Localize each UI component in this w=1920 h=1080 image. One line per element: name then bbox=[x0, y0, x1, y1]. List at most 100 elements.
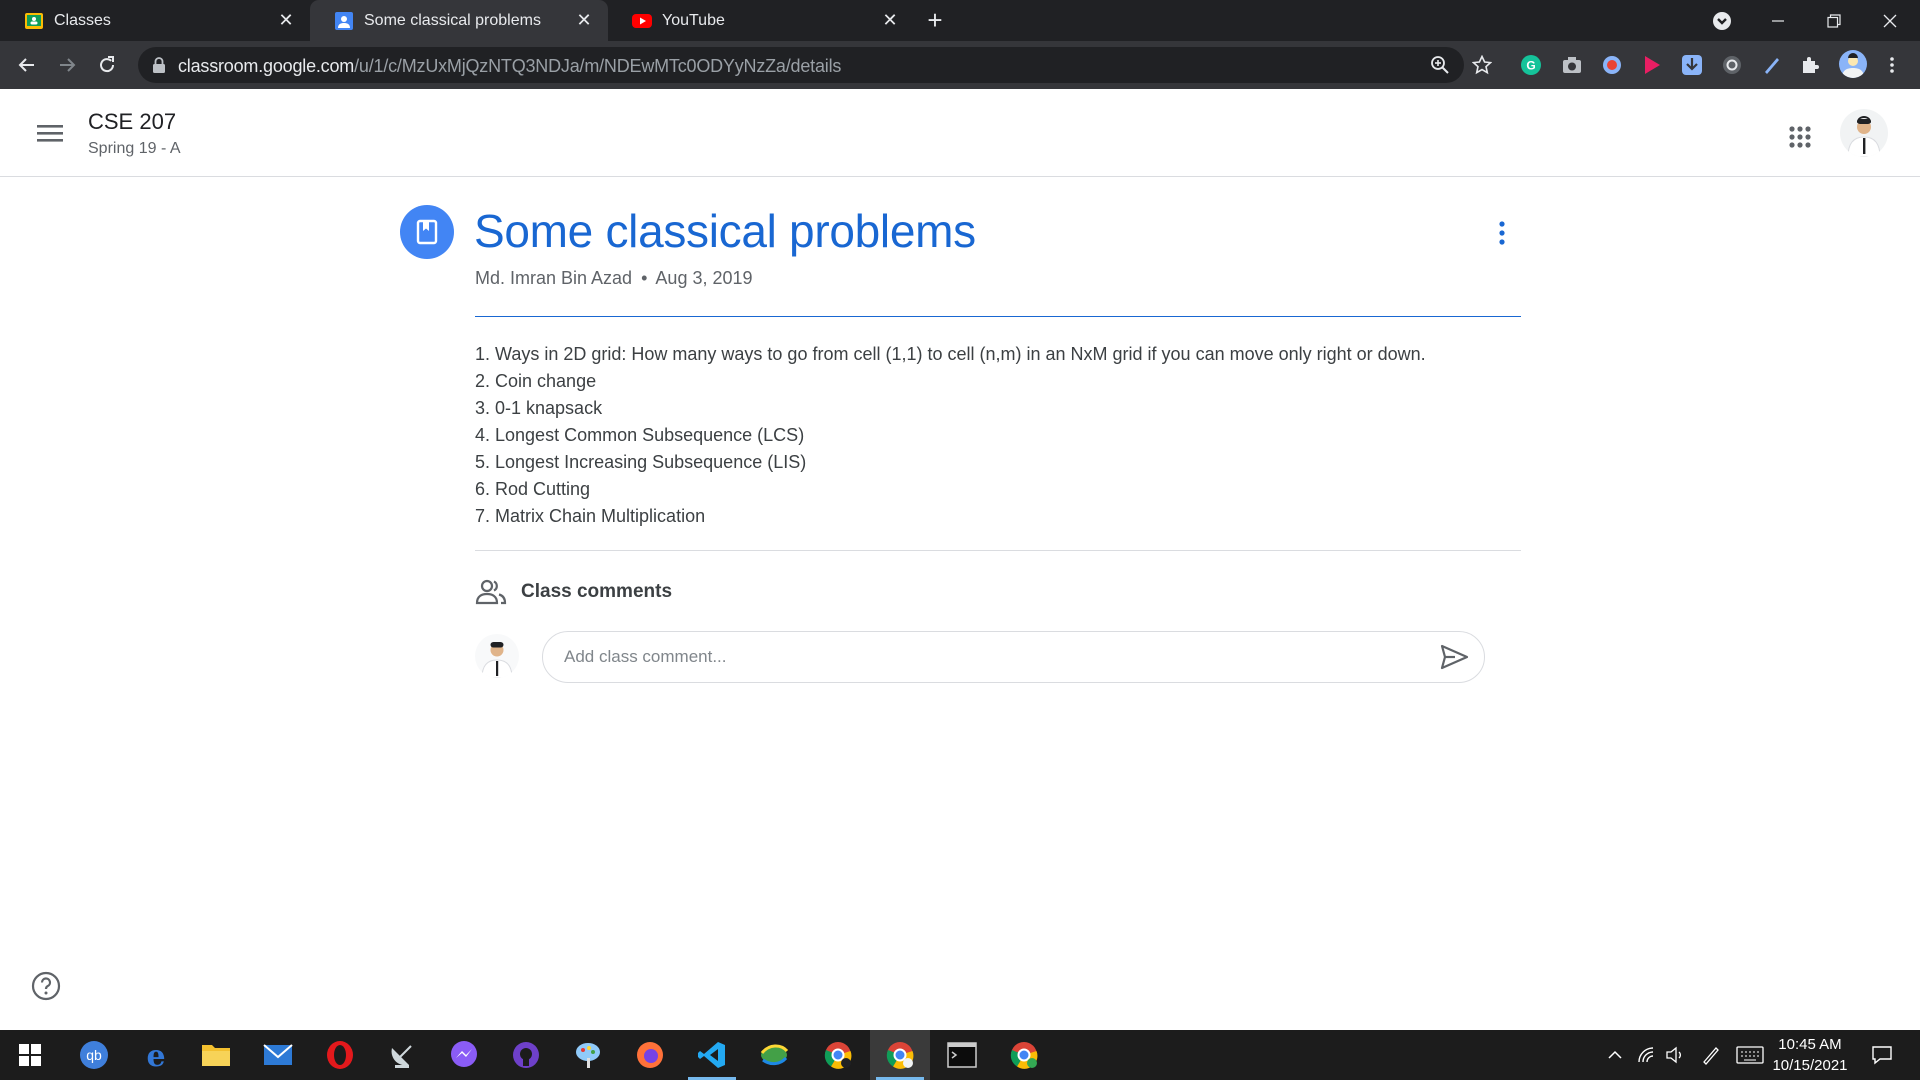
post-date: Aug 3, 2019 bbox=[655, 268, 753, 288]
reload-button[interactable] bbox=[91, 49, 123, 81]
github-icon bbox=[513, 1042, 539, 1068]
post-title: Some classical problems bbox=[474, 205, 976, 257]
pen-tray-button[interactable] bbox=[1696, 1030, 1726, 1080]
close-tab-icon[interactable]: ✕ bbox=[276, 10, 296, 31]
grammarly-extension-icon[interactable]: G bbox=[1520, 54, 1542, 76]
class-title[interactable]: CSE 207 bbox=[88, 109, 176, 135]
title-divider bbox=[475, 316, 1521, 317]
tab-title: Classes bbox=[54, 11, 111, 29]
taskbar-app-chrome-profile-1[interactable] bbox=[808, 1030, 868, 1080]
browser-tab-bar: Classes ✕ Some classical problems ✕ YouT… bbox=[0, 0, 1920, 41]
minimize-button[interactable] bbox=[1750, 0, 1806, 41]
close-tab-icon[interactable]: ✕ bbox=[880, 10, 900, 31]
arrow-left-icon bbox=[18, 58, 34, 72]
tab-title: Some classical problems bbox=[364, 11, 541, 29]
classroom-header: CSE 207 Spring 19 - A bbox=[0, 89, 1920, 177]
taskbar-app-edge[interactable]: e bbox=[126, 1030, 186, 1080]
opera-icon bbox=[327, 1041, 353, 1069]
profile-person-icon bbox=[1842, 53, 1864, 78]
start-button[interactable] bbox=[0, 1030, 60, 1080]
post-options-button[interactable] bbox=[1492, 218, 1512, 248]
zoom-icon[interactable] bbox=[1430, 55, 1450, 75]
close-icon bbox=[1883, 14, 1897, 27]
apps-grid-icon bbox=[1789, 126, 1811, 148]
profile-avatar[interactable] bbox=[1839, 50, 1867, 78]
help-button[interactable] bbox=[30, 970, 62, 1002]
extensions-puzzle-icon[interactable] bbox=[1800, 54, 1822, 76]
close-tab-icon[interactable]: ✕ bbox=[574, 10, 594, 31]
volume-tray-button[interactable] bbox=[1660, 1030, 1690, 1080]
google-apps-button[interactable] bbox=[1782, 119, 1818, 155]
commenter-avatar bbox=[475, 634, 519, 678]
tab-classes[interactable]: Classes ✕ bbox=[0, 0, 310, 41]
list-item: 2. Coin change bbox=[475, 371, 597, 391]
globe-app-icon bbox=[760, 1044, 789, 1066]
pen-extension-icon[interactable] bbox=[1761, 54, 1783, 76]
tab-some-classical-problems[interactable]: Some classical problems ✕ bbox=[310, 0, 608, 41]
list-item: 7. Matrix Chain Multiplication bbox=[475, 506, 706, 526]
taskbar-app-terminal[interactable] bbox=[932, 1030, 992, 1080]
tab-search-button[interactable] bbox=[1694, 0, 1750, 41]
taskbar-app-chrome-profile-2[interactable] bbox=[870, 1030, 930, 1080]
class-comment-input[interactable] bbox=[542, 631, 1485, 683]
show-hidden-icons-button[interactable] bbox=[1600, 1030, 1630, 1080]
network-tray-button[interactable] bbox=[1632, 1030, 1662, 1080]
back-button[interactable] bbox=[11, 49, 43, 81]
download-extension-icon[interactable] bbox=[1681, 54, 1703, 76]
account-avatar[interactable] bbox=[1840, 109, 1888, 157]
assignment-favicon-icon bbox=[335, 11, 353, 30]
qb-app-icon: qb bbox=[80, 1041, 108, 1069]
arrow-right-icon bbox=[60, 58, 76, 72]
mail-icon bbox=[263, 1044, 293, 1065]
taskbar-app-github[interactable] bbox=[496, 1030, 556, 1080]
terminal-icon bbox=[947, 1042, 977, 1068]
notification-icon bbox=[1872, 1046, 1892, 1065]
taskbar-app-globe[interactable] bbox=[744, 1030, 804, 1080]
taskbar-app-chrome-profile-3[interactable] bbox=[994, 1030, 1054, 1080]
class-comments-header: Class comments bbox=[475, 578, 672, 606]
new-tab-button[interactable]: + bbox=[922, 7, 948, 34]
taskbar-app-vscode[interactable] bbox=[682, 1030, 742, 1080]
forward-button[interactable] bbox=[51, 49, 83, 81]
bookmark-star-icon[interactable] bbox=[1472, 55, 1492, 75]
taskbar-clock[interactable]: 10:45 AM 10/15/2021 bbox=[1765, 1034, 1855, 1076]
taskbar-app-mail[interactable] bbox=[248, 1030, 308, 1080]
taskbar-app-file-explorer[interactable] bbox=[186, 1030, 246, 1080]
link-extension-icon[interactable] bbox=[1721, 54, 1743, 76]
taskbar-app-satellite[interactable] bbox=[372, 1030, 432, 1080]
main-menu-button[interactable] bbox=[30, 117, 70, 149]
chevron-up-icon bbox=[1608, 1050, 1622, 1059]
svg-text:G: G bbox=[1526, 59, 1535, 73]
taskbar-app-messenger[interactable] bbox=[434, 1030, 494, 1080]
send-comment-button[interactable] bbox=[1437, 641, 1471, 673]
keyboard-icon bbox=[1736, 1046, 1764, 1064]
taskbar-app-opera[interactable] bbox=[310, 1030, 370, 1080]
firefox-icon bbox=[637, 1042, 663, 1068]
vscode-icon bbox=[698, 1042, 725, 1068]
kebab-menu-icon[interactable] bbox=[1882, 55, 1902, 75]
wifi-icon bbox=[1638, 1047, 1654, 1063]
taskbar-app-firefox[interactable] bbox=[620, 1030, 680, 1080]
help-icon bbox=[31, 971, 61, 1001]
people-icon bbox=[475, 579, 507, 605]
tab-youtube[interactable]: YouTube ✕ bbox=[608, 0, 914, 41]
pen-icon bbox=[1703, 1047, 1719, 1065]
edge-app-icon: e bbox=[146, 1040, 165, 1070]
play-extension-icon[interactable] bbox=[1641, 54, 1663, 76]
list-item: 6. Rod Cutting bbox=[475, 479, 591, 499]
restore-button[interactable] bbox=[1806, 0, 1862, 41]
lock-icon bbox=[153, 57, 165, 73]
post-body: 1. Ways in 2D grid: How many ways to go … bbox=[475, 341, 1535, 530]
notification-center-button[interactable] bbox=[1862, 1030, 1902, 1080]
close-window-button[interactable] bbox=[1862, 0, 1918, 41]
taskbar-app-paint[interactable] bbox=[558, 1030, 618, 1080]
send-icon bbox=[1440, 644, 1469, 670]
list-item: 1. Ways in 2D grid: How many ways to go … bbox=[475, 344, 1426, 364]
meta-separator: • bbox=[641, 268, 648, 288]
touch-keyboard-button[interactable] bbox=[1732, 1030, 1768, 1080]
vpn-extension-icon[interactable] bbox=[1601, 54, 1623, 76]
camera-extension-icon[interactable] bbox=[1561, 54, 1583, 76]
address-bar[interactable]: classroom.google.com/u/1/c/MzUxMjQzNTQ3N… bbox=[138, 47, 1464, 83]
post-meta: Md. Imran Bin Azad • Aug 3, 2019 bbox=[475, 268, 753, 289]
taskbar-app-qb[interactable]: qb bbox=[64, 1030, 124, 1080]
